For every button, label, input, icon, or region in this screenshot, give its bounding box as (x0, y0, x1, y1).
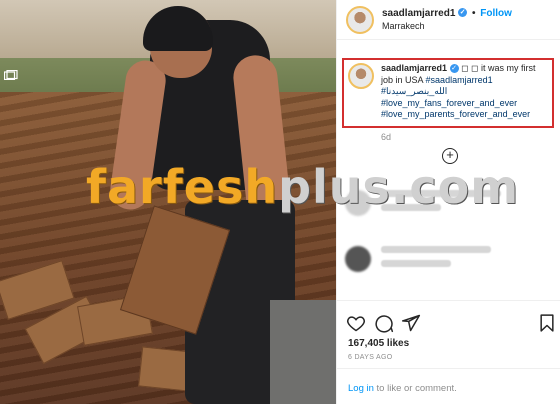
bookmark-icon[interactable] (537, 313, 557, 333)
comment-avatar[interactable] (345, 246, 371, 272)
caption-avatar[interactable] (348, 63, 374, 89)
watermark-plus: plus (278, 160, 391, 214)
caption-username[interactable]: saadlamjarred1 (381, 63, 447, 73)
likes-count[interactable]: 167,405 likes (348, 338, 409, 349)
post-location[interactable]: Marrakech (382, 20, 512, 33)
comment-text-blurred (381, 246, 491, 253)
login-prompt: Log in to like or comment. (337, 368, 560, 404)
hashtag-link[interactable]: #saadlamjarred1 (426, 75, 493, 85)
login-rest: to like or comment. (373, 383, 457, 394)
avatar[interactable] (346, 5, 374, 34)
hashtag-link[interactable]: #الله_ينصر_سيدنا (381, 86, 548, 98)
heart-icon[interactable] (346, 313, 366, 333)
verified-icon: ✓ (458, 8, 468, 18)
verified-icon: ✓ (449, 64, 459, 74)
login-link[interactable]: Log in (348, 383, 374, 394)
comment-item (345, 246, 491, 274)
hashtag-link[interactable]: #love_my_parents_forever_and_ever (381, 109, 548, 121)
watermark-com: .com (390, 160, 520, 214)
comment-icon[interactable] (374, 313, 394, 333)
post-username[interactable]: saadlamjarred1 (382, 8, 455, 19)
post-date: 6 DAYS AGO (348, 354, 393, 361)
separator-dot: • (471, 7, 476, 19)
action-bar (337, 300, 560, 340)
multi-photo-icon (4, 70, 18, 80)
post-header: saadlamjarred1 ✓ • Follow Marrakech (337, 0, 560, 40)
comment-meta-blurred (381, 260, 451, 267)
caption-age: 6d (381, 132, 392, 142)
follow-button[interactable]: Follow (480, 8, 512, 19)
watermark-logo: farfeshplus.com (86, 160, 519, 214)
caption-highlight-box: saadlamjarred1 ✓ ◻ ◻ it was my first job… (342, 58, 554, 128)
watermark-main: farfesh (86, 160, 279, 214)
hashtag-link[interactable]: #love_my_fans_forever_and_ever (381, 98, 548, 110)
photo-stone (270, 300, 336, 404)
share-icon[interactable] (401, 313, 421, 333)
